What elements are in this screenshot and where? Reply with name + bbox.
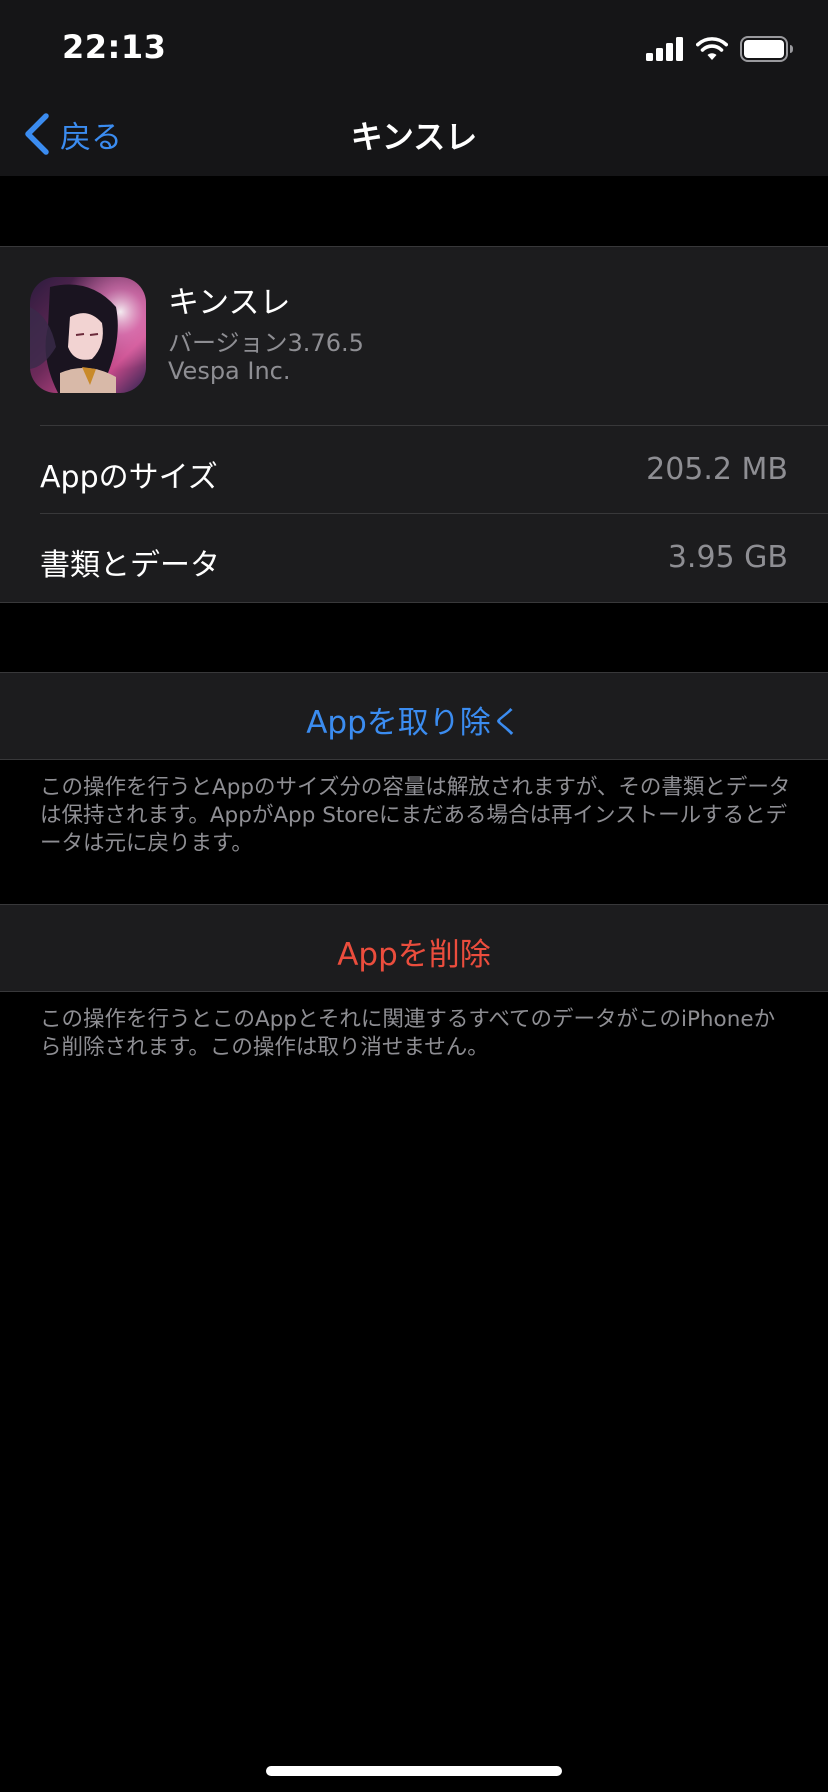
battery-icon xyxy=(740,36,793,62)
delete-app-button[interactable]: Appを削除 xyxy=(0,929,828,974)
app-size-value: 205.2 MB xyxy=(646,452,788,487)
app-info-group: キンスレ バージョン3.76.5 Vespa Inc. Appのサイズ 205.… xyxy=(0,246,828,603)
documents-data-value: 3.95 GB xyxy=(667,540,788,575)
app-developer: Vespa Inc. xyxy=(168,357,291,385)
app-name: キンスレ xyxy=(168,285,291,321)
page-title: キンスレ xyxy=(350,118,478,156)
offload-app-description: この操作を行うとAppのサイズ分の容量は解放されますが、その書類とデータは保持さ… xyxy=(40,775,791,856)
status-bar: 22:13 xyxy=(0,0,828,100)
documents-data-row: 書類とデータ 3.95 GB xyxy=(40,513,828,602)
app-size-row: Appのサイズ 205.2 MB xyxy=(40,425,828,514)
home-indicator[interactable] xyxy=(266,1766,562,1776)
cellular-signal-icon xyxy=(646,37,683,61)
app-version: バージョン3.76.5 xyxy=(168,329,364,357)
status-time: 22:13 xyxy=(62,28,167,66)
offload-app-group: Appを取り除く xyxy=(0,672,828,760)
delete-app-group: Appを削除 xyxy=(0,904,828,992)
offload-app-button[interactable]: Appを取り除く xyxy=(0,697,828,742)
delete-app-description: この操作を行うとこのAppとそれに関連するすべてのデータがこのiPhoneから削… xyxy=(40,1007,776,1060)
wifi-icon xyxy=(696,37,728,60)
documents-data-label: 書類とデータ xyxy=(40,548,220,583)
app-icon xyxy=(30,277,146,393)
app-artwork-icon xyxy=(30,277,146,393)
app-size-label: Appのサイズ xyxy=(40,460,218,495)
navigation-bar: 戻る キンスレ xyxy=(0,100,828,176)
status-icons xyxy=(646,36,794,62)
